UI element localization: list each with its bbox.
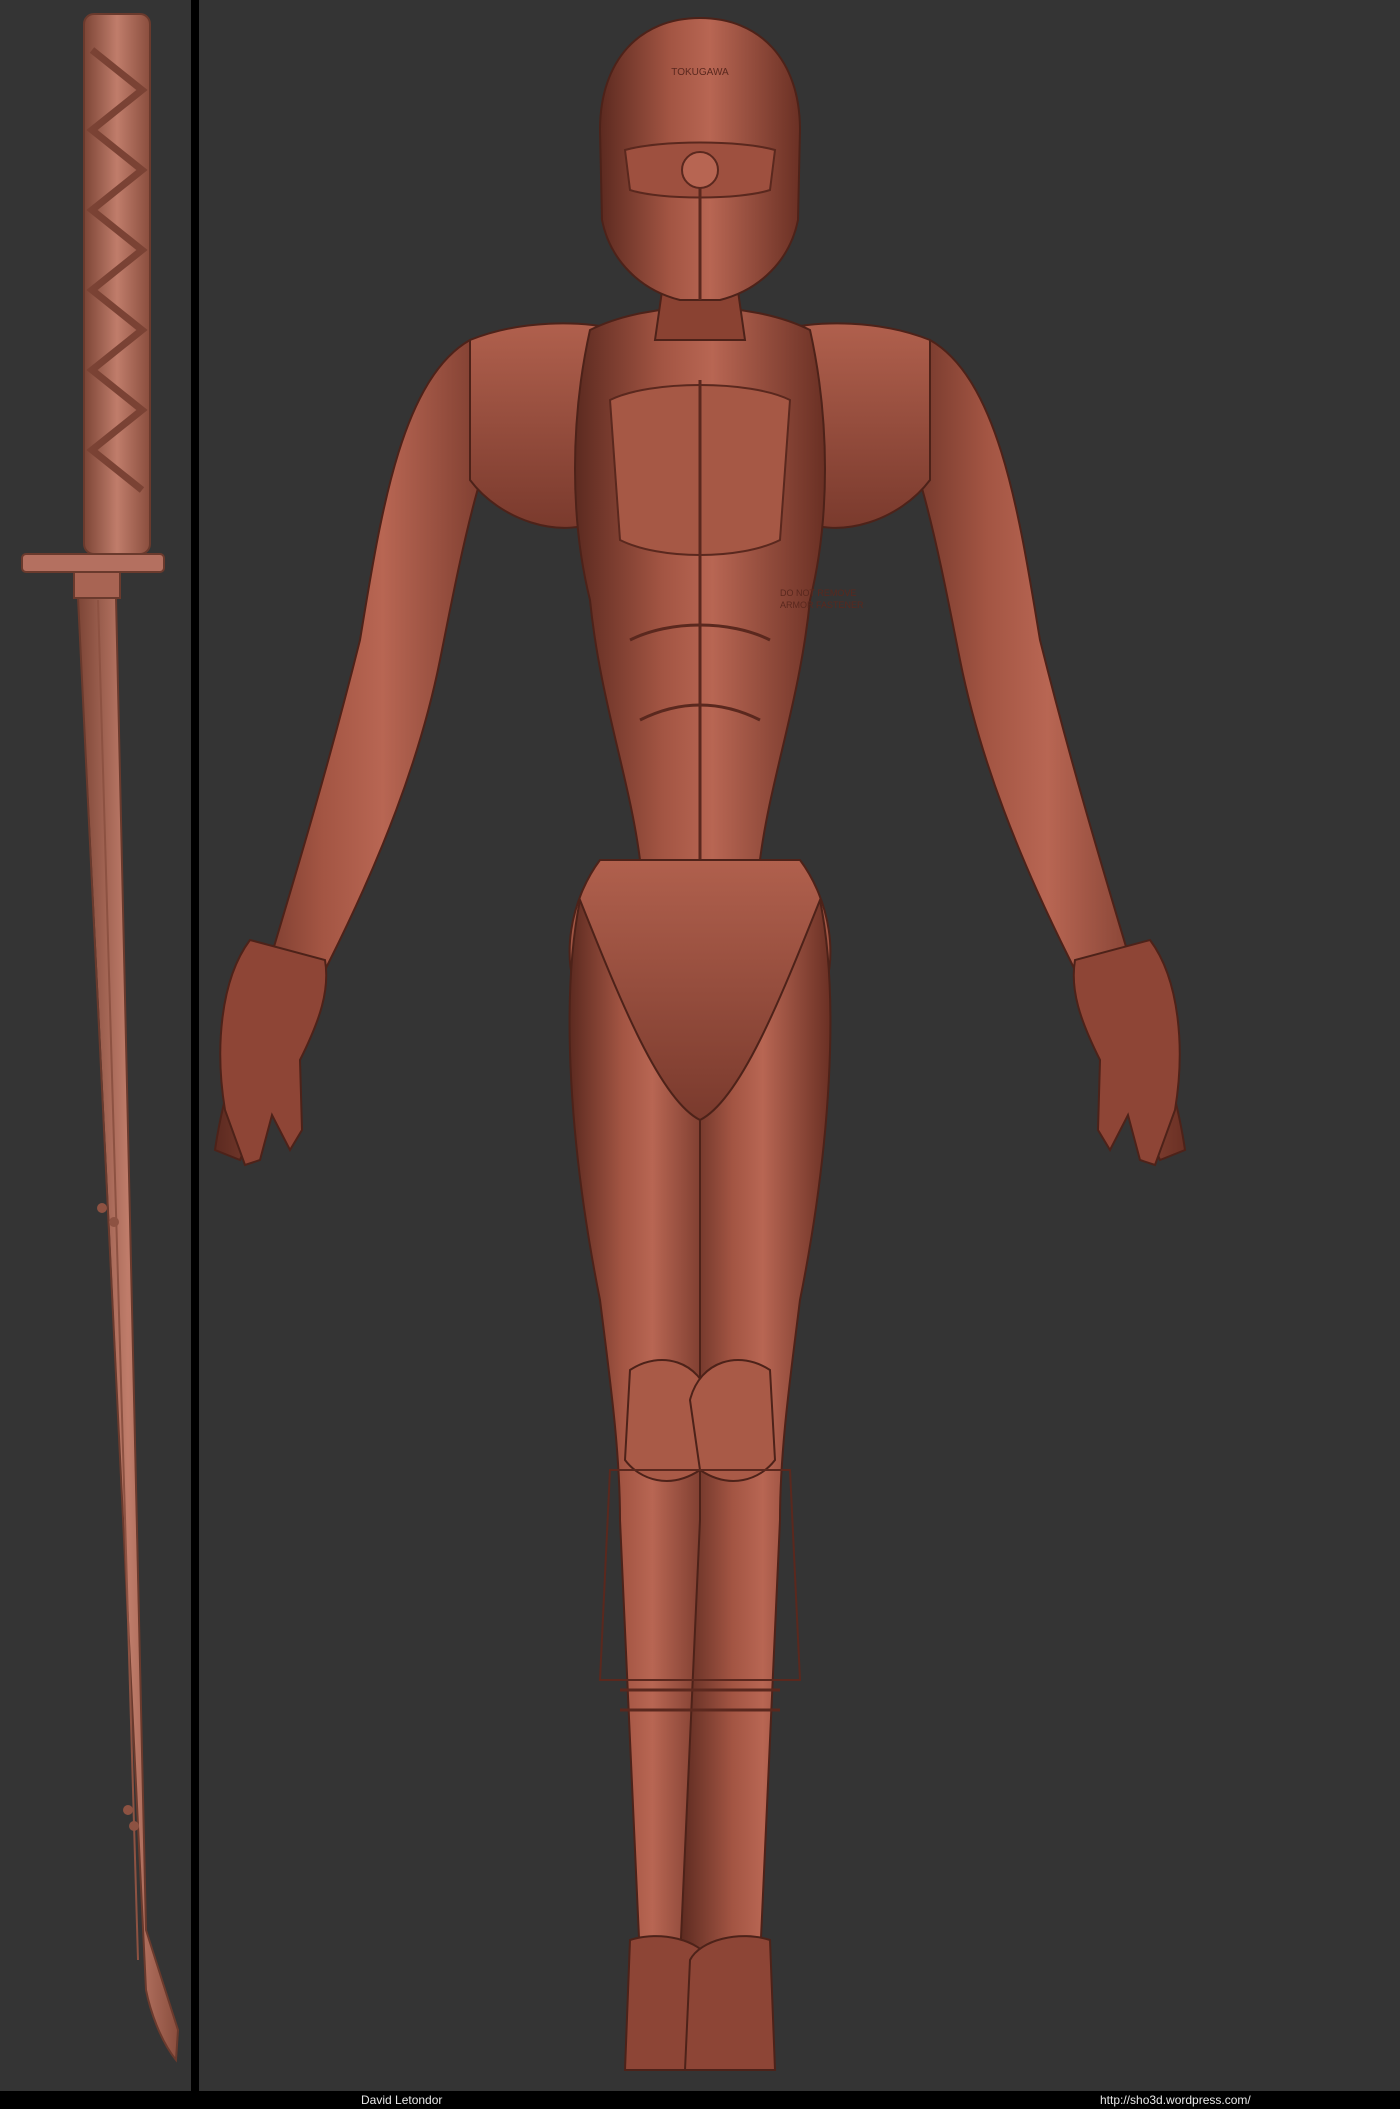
left-foot	[683, 1935, 777, 2071]
katana-blade	[76, 597, 180, 2063]
left-hand	[1072, 938, 1181, 1167]
chest-engraving-2: ARMOR FASTENER	[780, 600, 864, 610]
right-hand	[219, 938, 328, 1167]
left-kneepad	[688, 1359, 777, 1482]
author-credit: David Letondor	[361, 2093, 443, 2107]
sculpt-render: DO NOT REMOVE ARMOR FASTENER TOKUGAWA	[21, 13, 1187, 2071]
katana-habaki	[73, 571, 121, 599]
katana-guard	[21, 553, 165, 573]
chest-engraving-1: DO NOT REMOVE	[780, 588, 856, 598]
helmet-engraving: TOKUGAWA	[671, 67, 729, 78]
panel-divider	[191, 0, 199, 2091]
visor-eye	[681, 151, 719, 189]
credits-bar: David Letondor http://sho3d.wordpress.co…	[0, 2091, 1400, 2109]
cyborg-ninja-sculpt: DO NOT REMOVE ARMOR FASTENER TOKUGAWA	[213, 16, 1187, 2071]
website-credit: http://sho3d.wordpress.com/	[1100, 2093, 1251, 2107]
katana	[21, 13, 180, 2063]
render-viewport: DO NOT REMOVE ARMOR FASTENER TOKUGAWA	[0, 0, 1400, 2091]
